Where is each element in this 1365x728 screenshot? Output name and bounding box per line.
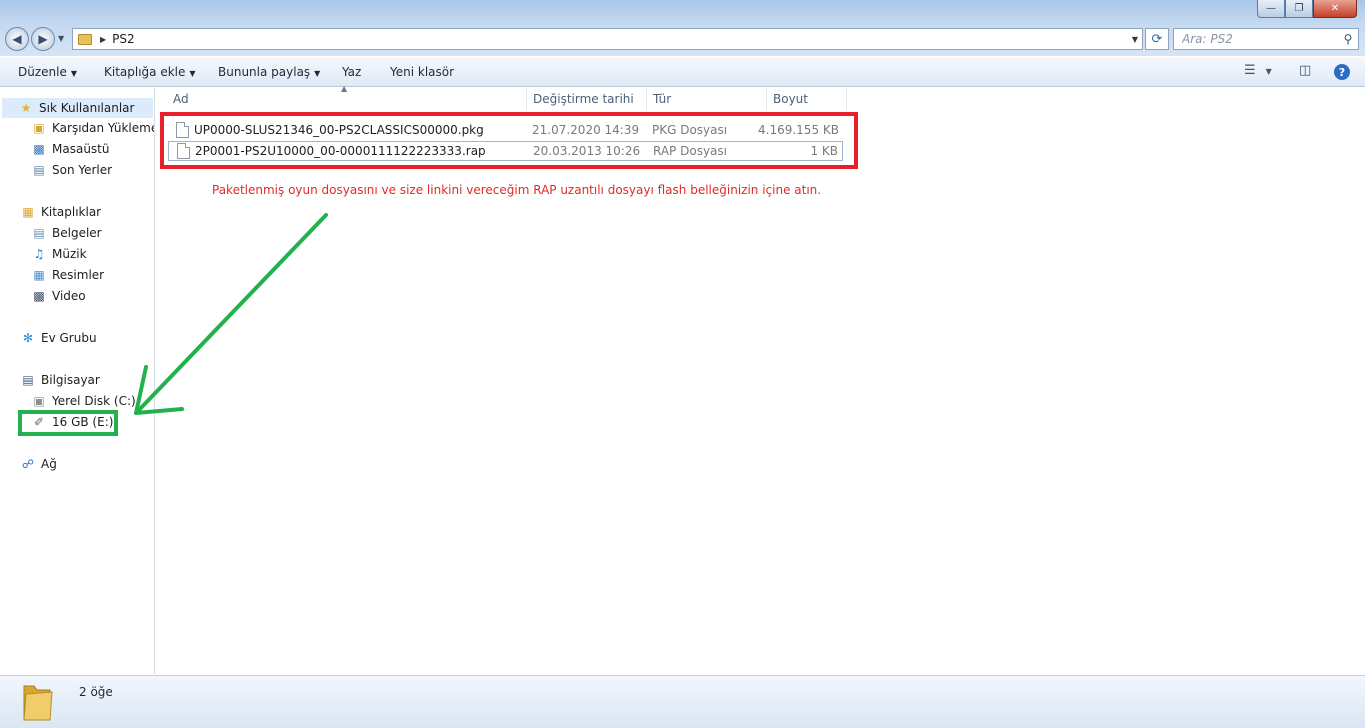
column-header-name[interactable]: Ad: [167, 88, 527, 110]
video-icon: ▩: [33, 289, 45, 303]
organize-button[interactable]: Düzenle ▼: [18, 65, 77, 79]
share-with-label: Bunun­la paylaş: [218, 65, 311, 79]
network-icon: ☍: [21, 457, 35, 471]
nav-pictures-label: Resimler: [52, 268, 105, 282]
nav-documents[interactable]: ▤ Belgeler: [31, 226, 102, 240]
burn-button[interactable]: Yaz: [342, 65, 361, 79]
restore-icon: ❐: [1294, 3, 1304, 14]
help-icon: ?: [1338, 65, 1346, 79]
nav-pictures[interactable]: ▦ Resimler: [31, 268, 104, 282]
view-options-button[interactable]: ☰ ▼: [1244, 63, 1272, 78]
nav-downloads[interactable]: ▣ Karşıdan Yüklemeler: [31, 121, 154, 135]
downloads-folder-icon: ▣: [33, 121, 45, 135]
share-with-button[interactable]: Bunun­la paylaş ▼: [218, 65, 320, 79]
music-icon: ♫: [33, 247, 45, 261]
organize-label: Düzenle: [18, 65, 67, 79]
item-count: 2 öğe: [79, 685, 113, 699]
nav-favorites[interactable]: ★ Sık Kullanılanlar: [2, 98, 153, 118]
nav-documents-label: Belgeler: [52, 226, 102, 240]
preview-pane-button[interactable]: ◫: [1299, 63, 1311, 78]
nav-music[interactable]: ♫ Müzik: [31, 247, 87, 261]
close-icon: ✕: [1330, 3, 1340, 14]
recent-places-icon: ▤: [33, 163, 45, 177]
files-highlight-box: [160, 112, 858, 169]
documents-icon: ▤: [33, 226, 45, 240]
nav-libraries[interactable]: ▦ Kitaplıklar: [20, 205, 101, 219]
usb-drive-highlight-box: [18, 410, 118, 436]
minimize-button[interactable]: —: [1257, 0, 1285, 18]
chevron-down-icon: ▼: [70, 69, 78, 78]
nav-music-label: Müzik: [52, 247, 87, 261]
refresh-button[interactable]: ⟳: [1145, 28, 1169, 50]
close-button[interactable]: ✕: [1313, 0, 1357, 18]
nav-downloads-label: Karşıdan Yüklemeler: [52, 121, 154, 135]
help-button[interactable]: ?: [1334, 64, 1350, 80]
nav-favorites-label: Sık Kullanılanlar: [39, 101, 135, 115]
chevron-down-icon: ▼: [189, 69, 196, 78]
arrow-annotation: [134, 213, 328, 415]
search-box[interactable]: ⚲: [1173, 28, 1359, 50]
nav-recent[interactable]: ▤ Son Yerler: [31, 163, 112, 177]
recent-pages-dropdown-icon[interactable]: ▼: [58, 34, 64, 43]
nav-homegroup-label: Ev Grubu: [41, 331, 97, 345]
address-dropdown-icon[interactable]: ▼: [1132, 35, 1138, 44]
include-library-button[interactable]: Kitaplığa ekle ▼: [104, 65, 196, 79]
pictures-icon: ▦: [33, 268, 45, 282]
chevron-down-icon: ▼: [314, 69, 321, 78]
libraries-icon: ▦: [22, 205, 34, 219]
column-header-type[interactable]: Tür: [647, 88, 767, 110]
preview-pane-icon: ◫: [1299, 63, 1312, 78]
new-folder-button[interactable]: Yeni klasör: [390, 65, 454, 79]
details-view-icon: ☰: [1244, 63, 1256, 78]
minimize-icon: —: [1266, 3, 1276, 14]
column-header-date[interactable]: Değiştirme tarihi: [527, 88, 647, 110]
hard-drive-icon: ▣: [33, 394, 45, 408]
desktop-icon: ▩: [33, 142, 45, 156]
nav-desktop-label: Masaüstü: [52, 142, 110, 156]
address-bar[interactable]: ▶ PS2 ▼: [72, 28, 1143, 50]
forward-arrow-icon: ▶: [38, 32, 48, 46]
search-icon[interactable]: ⚲: [1338, 32, 1358, 46]
nav-libraries-label: Kitaplıklar: [41, 205, 102, 219]
include-library-label: Kitaplığa ekle: [104, 65, 186, 79]
search-input[interactable]: [1174, 32, 1338, 46]
status-bar: 2 öğe: [0, 675, 1365, 728]
back-arrow-icon: ◀: [12, 32, 22, 46]
nav-videos-label: Video: [52, 289, 86, 303]
maximize-button[interactable]: ❐: [1285, 0, 1313, 18]
star-icon: ★: [20, 101, 32, 115]
forward-button[interactable]: ▶: [31, 27, 55, 51]
refresh-icon: ⟳: [1151, 31, 1163, 47]
nav-recent-label: Son Yerler: [52, 163, 113, 177]
nav-desktop[interactable]: ▩ Masaüstü: [31, 142, 109, 156]
computer-icon: ▤: [22, 373, 34, 387]
folder-icon: [23, 685, 53, 721]
breadcrumb-chevron-icon[interactable]: ▶: [100, 35, 106, 44]
column-header-size[interactable]: Boyut: [767, 88, 847, 110]
nav-videos[interactable]: ▩ Video: [31, 289, 86, 303]
chevron-down-icon: ▼: [1265, 67, 1272, 76]
annotation-text: Paketlenmiş oyun dosyasını ve size linki…: [212, 183, 822, 197]
back-button[interactable]: ◀: [5, 27, 29, 51]
command-bar: Düzenle ▼ Kitaplığa ekle ▼ Bunun­la paylaş…: [0, 57, 1365, 87]
arrow-shaft: [136, 213, 328, 413]
nav-computer-label: Bilgisayar: [41, 373, 100, 387]
window-controls: — ❐ ✕: [1257, 0, 1357, 18]
nav-network-label: Ağ: [41, 457, 57, 471]
nav-homegroup[interactable]: ✻ Ev Grubu: [20, 331, 97, 345]
folder-icon: [78, 33, 92, 45]
nav-computer[interactable]: ▤ Bilgisayar: [20, 373, 100, 387]
homegroup-icon: ✻: [22, 331, 34, 345]
breadcrumb-ps2[interactable]: PS2: [112, 32, 135, 46]
nav-network[interactable]: ☍ Ağ: [20, 457, 57, 471]
